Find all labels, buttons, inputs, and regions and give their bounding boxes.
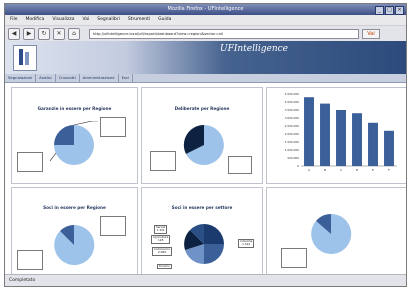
home-icon: ⌂	[72, 29, 76, 37]
y-tick-label: 3.500.000	[285, 108, 299, 112]
panel-soci-regione: Soci in essere per Regione	[11, 187, 138, 274]
y-tick-label: 4.000.000	[285, 100, 299, 104]
brand-title: UFIntelligence	[219, 44, 288, 54]
panel-soci-settore: Soci in essere per settore Servizi 1.321 …	[141, 187, 263, 274]
bar	[304, 97, 314, 166]
x-tick-label: E	[372, 168, 374, 172]
y-tick-label: 0	[297, 164, 299, 168]
panel-title: Deliberate per Regione	[174, 106, 230, 111]
address-bar[interactable]: http://ufintelligence.local/ufi/report/d…	[89, 28, 359, 39]
sector-label-industria: Industria 1.512	[238, 239, 255, 248]
x-tick-label: D	[356, 168, 359, 172]
company-logo	[13, 45, 37, 71]
y-tick-label: 4.500.000	[285, 92, 299, 96]
y-tick-label: 2.000.000	[285, 132, 299, 136]
tab-segnalazioni[interactable]: Segnalazioni	[5, 74, 37, 82]
x-tick-label: B	[324, 168, 326, 172]
pie-chart	[183, 124, 224, 165]
bar	[320, 103, 330, 166]
page-content: UFIntelligence Segnalazioni Analisi Crus…	[5, 41, 406, 274]
home-button[interactable]: ⌂	[68, 27, 80, 40]
maximize-button[interactable]: □	[385, 6, 394, 15]
menu-modifica[interactable]: Modifica	[26, 15, 45, 25]
tab-cruscotti[interactable]: Cruscotti	[56, 74, 80, 82]
tab-amministrazione[interactable]: Amministrazione	[80, 74, 119, 82]
forward-button[interactable]: ▶	[23, 27, 35, 40]
back-button[interactable]: ◀	[8, 27, 20, 40]
legend-box	[150, 151, 176, 171]
pie-chart	[54, 224, 95, 265]
menu-visualizza[interactable]: Visualizza	[52, 15, 74, 25]
pie-slice	[54, 125, 74, 145]
minimize-button[interactable]: _	[375, 6, 384, 15]
menu-bar: File Modifica Visualizza Vai Segnalibri …	[5, 15, 406, 26]
reload-icon: ↻	[41, 29, 47, 37]
app-nav-tabs: Segnalazioni Analisi Cruscotti Amministr…	[5, 74, 406, 83]
status-bar: Completato	[5, 274, 406, 286]
y-tick-label: 500.000	[287, 156, 299, 160]
legend-box	[228, 156, 252, 174]
legend-box	[17, 152, 43, 172]
back-arrow-icon: ◀	[11, 29, 17, 37]
legend-box	[281, 248, 307, 268]
x-tick-label: F	[388, 168, 390, 172]
x-tick-label: A	[308, 168, 311, 172]
pie-slice	[204, 224, 224, 244]
menu-vai[interactable]: Vai	[83, 15, 90, 25]
panel-title: Garanzie in essere per Regione	[37, 106, 112, 111]
legend-box	[100, 216, 126, 236]
legend-box	[100, 117, 126, 137]
pie-slice	[204, 244, 224, 264]
y-tick-label: 2.500.000	[285, 124, 299, 128]
panel-bar-chart: 4.500.000 4.000.000 3.500.000 3.000.000 2.50…	[266, 87, 406, 184]
panel-deliberate-regione: Deliberate per Regione	[141, 87, 263, 184]
stop-button[interactable]: ✕	[53, 27, 65, 40]
x-tick-label: C	[340, 168, 342, 172]
tab-esci[interactable]: Esci	[119, 74, 134, 82]
panel-title: Soci in essere per settore	[171, 205, 233, 210]
y-tick-label: 1.000.000	[285, 148, 299, 152]
window-title: Mozilla Firefox - UFIntelligence	[167, 6, 244, 12]
tab-analisi[interactable]: Analisi	[36, 74, 56, 82]
menu-guida[interactable]: Guida	[158, 15, 171, 25]
pie-chart	[311, 213, 352, 254]
panel-pie-extra	[266, 187, 406, 274]
go-label: Vai	[367, 30, 375, 37]
nav-toolbar: ◀ ▶ ↻ ✕ ⌂ http://ufintelligence.local/uf…	[5, 26, 406, 42]
bar	[336, 110, 346, 166]
app-banner: UFIntelligence	[5, 41, 406, 74]
pie-chart	[184, 224, 224, 264]
stop-icon: ✕	[56, 29, 62, 37]
panel-title: Soci in essere per Regione	[43, 205, 106, 210]
go-button[interactable]: Vai	[362, 28, 380, 39]
legend-box	[17, 250, 43, 270]
browser-window: Mozilla Firefox - UFIntelligence _ □ × F…	[4, 3, 407, 287]
y-tick-label: 3.000.000	[285, 116, 299, 120]
menu-segnalibri[interactable]: Segnalibri	[97, 15, 120, 25]
menu-strumenti[interactable]: Strumenti	[128, 15, 150, 25]
bar-chart: 4.500.000 4.000.000 3.500.000 3.000.000 2.50…	[285, 92, 397, 172]
bar	[384, 130, 394, 166]
sector-label-turismo: Turismo	[157, 264, 172, 270]
panel-garanzie-regione: Garanzie in essere per Regione	[11, 87, 138, 184]
menu-file[interactable]: File	[10, 15, 18, 25]
close-button[interactable]: ×	[395, 6, 404, 15]
sector-label-servizi: Servizi 1.321	[154, 225, 168, 234]
y-tick-label: 1.500.000	[285, 140, 299, 144]
reload-button[interactable]: ↻	[38, 27, 50, 40]
bar	[352, 113, 362, 166]
pie-chart	[50, 121, 98, 165]
sector-label-agricoltura: Agricoltura 128	[151, 235, 171, 244]
sector-label-commercio: Commercio 2.089	[152, 247, 172, 256]
forward-arrow-icon: ▶	[26, 29, 32, 37]
title-bar: Mozilla Firefox - UFIntelligence _ □ ×	[5, 4, 406, 15]
bar	[368, 122, 378, 166]
